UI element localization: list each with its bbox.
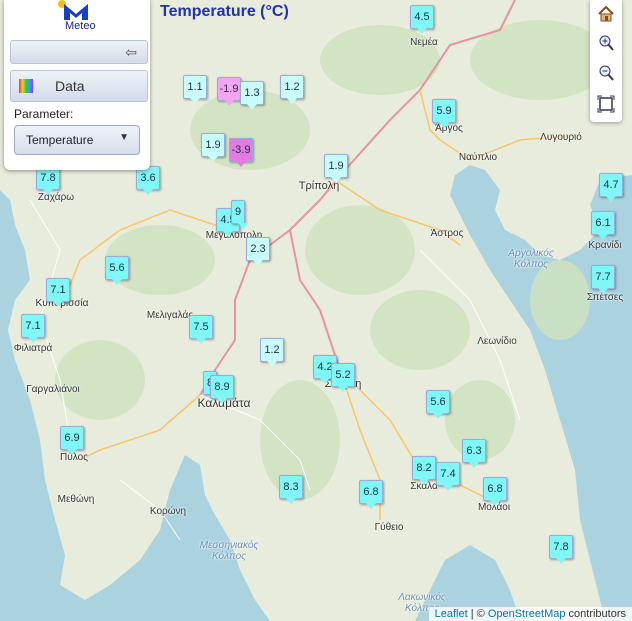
sea-label: Αργολικός Κόλπος — [508, 248, 554, 270]
station-marker[interactable]: 5.6 — [426, 390, 450, 419]
chevron-down-icon: ▼ — [119, 132, 129, 143]
station-marker[interactable]: 1.2 — [260, 338, 284, 367]
place-label: Νεμέα — [410, 37, 438, 48]
station-marker[interactable]: 7.1 — [21, 314, 45, 343]
station-marker[interactable]: 7.1 — [46, 278, 70, 307]
attribution-separator: | © — [467, 608, 488, 620]
attribution: Leaflet | © OpenStreetMap contributors — [428, 607, 632, 621]
control-panel: Meteo ⇦ Data Parameter: Temperature ▼ — [4, 0, 150, 170]
station-marker[interactable]: 1.2 — [280, 75, 304, 104]
logo-icon — [58, 0, 88, 20]
place-label: Κορώνη — [149, 506, 187, 517]
map-toolbar — [590, 0, 622, 122]
station-marker[interactable]: 6.1 — [591, 211, 615, 240]
attribution-suffix: contributors — [565, 608, 626, 620]
station-marker[interactable]: 7.5 — [189, 315, 213, 344]
station-marker[interactable]: 1.1 — [183, 75, 207, 104]
station-marker[interactable]: 4.5 — [410, 5, 434, 34]
station-marker[interactable]: 7.7 — [591, 265, 615, 294]
station-marker[interactable]: 1.9 — [324, 154, 348, 183]
full-extent-icon — [597, 95, 615, 113]
place-label: Μελιγαλάς — [146, 310, 194, 321]
place-label: Γαργαλιάνοι — [26, 384, 80, 395]
station-marker[interactable]: 2.3 — [246, 237, 270, 266]
place-label: Γύθειο — [374, 522, 404, 533]
place-label: Κρανίδι — [588, 240, 622, 251]
station-marker[interactable]: 5.6 — [105, 256, 129, 285]
station-marker[interactable]: -1.9 — [217, 77, 241, 106]
zoom-out-icon — [599, 65, 614, 81]
station-marker[interactable]: 7.8 — [549, 535, 573, 564]
parameter-select[interactable]: Temperature ▼ — [14, 125, 140, 155]
logo-text: Meteo — [65, 20, 96, 32]
zoom-in-icon — [599, 35, 614, 51]
place-label: Ναύπλιο — [458, 152, 498, 163]
station-marker[interactable]: 1.9 — [201, 133, 225, 162]
data-button-label: Data — [55, 78, 85, 94]
home-icon — [598, 5, 614, 22]
osm-link[interactable]: OpenStreetMap — [488, 608, 566, 620]
station-marker[interactable]: 7.4 — [436, 462, 460, 491]
home-button[interactable] — [593, 2, 619, 26]
parameter-value: Temperature — [26, 133, 94, 147]
station-marker[interactable]: 6.9 — [60, 426, 84, 455]
place-label: Λεωνίδιο — [477, 336, 517, 347]
parameter-label: Parameter: — [14, 107, 74, 121]
place-label: Άστρος — [430, 228, 464, 239]
station-marker[interactable]: 6.8 — [483, 477, 507, 506]
map-title: Temperature (°C) — [160, 3, 289, 20]
sea-label: Μεσσηνιακός Κόλπος — [199, 540, 259, 562]
data-button[interactable]: Data — [10, 70, 148, 102]
full-extent-button[interactable] — [593, 92, 619, 116]
place-label: Μεθώνη — [57, 494, 95, 505]
station-marker[interactable]: 9 — [231, 200, 248, 229]
station-marker[interactable]: 8.9 — [210, 375, 234, 404]
zoom-in-button[interactable] — [593, 31, 619, 55]
station-marker[interactable]: -3.9 — [229, 138, 253, 167]
collapse-panel-button[interactable]: ⇦ — [10, 40, 148, 64]
station-marker[interactable]: 8.3 — [279, 475, 303, 504]
place-label: Φιλιατρά — [13, 343, 53, 354]
arrow-left-icon: ⇦ — [125, 44, 137, 60]
station-marker[interactable]: 1.3 — [240, 81, 264, 110]
station-marker[interactable]: 8.2 — [412, 456, 436, 485]
place-label: Λυγουριό — [540, 132, 582, 143]
station-marker[interactable]: 4.7 — [599, 173, 623, 202]
color-scale-icon — [19, 79, 33, 93]
zoom-out-button[interactable] — [593, 61, 619, 85]
leaflet-link[interactable]: Leaflet — [435, 608, 468, 620]
meteo-logo: Meteo — [56, 0, 102, 36]
station-marker[interactable]: 5.2 — [331, 363, 355, 392]
station-marker[interactable]: 6.3 — [462, 439, 486, 468]
station-marker[interactable]: 5.9 — [432, 99, 456, 128]
station-marker[interactable]: 6.8 — [359, 480, 383, 509]
